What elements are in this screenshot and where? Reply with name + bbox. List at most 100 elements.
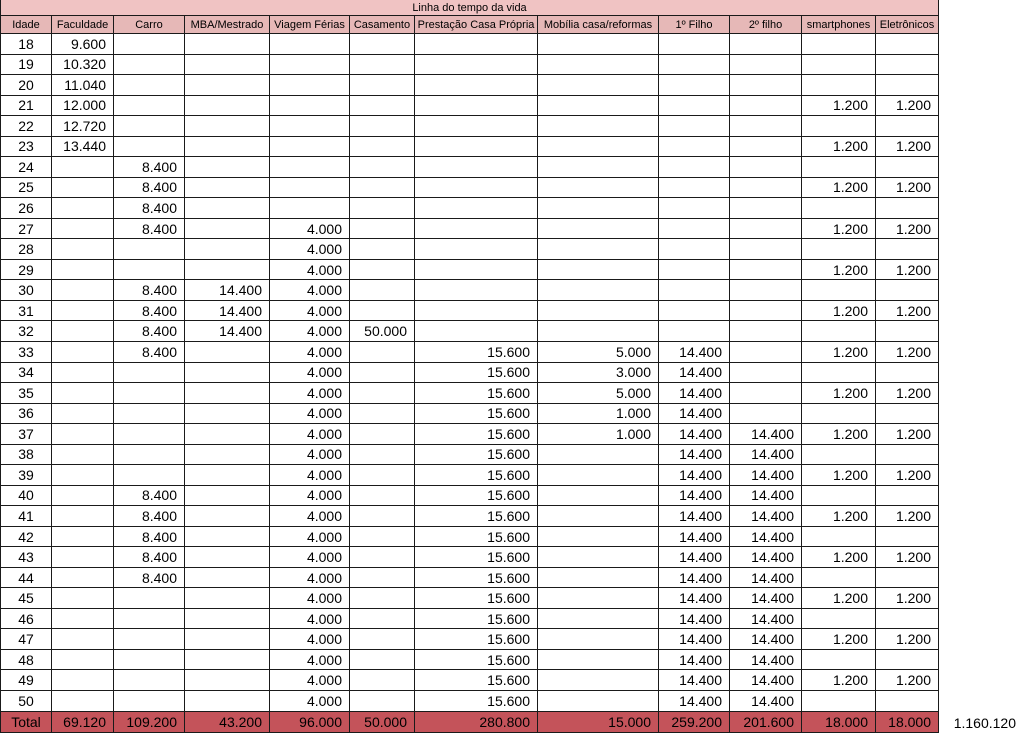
cell-mba-mestrado (185, 649, 270, 671)
age-cell: 24 (0, 157, 52, 178)
total-mba-mestrado: 43.200 (185, 711, 270, 733)
cell-eletronicos (876, 526, 939, 548)
cell-primeiro-filho: 14.400 (659, 547, 730, 568)
cell-carro: 8.400 (114, 567, 185, 589)
cell-segundo-filho (730, 383, 802, 404)
age-cell: 27 (0, 218, 52, 240)
cell-viagem-ferias (270, 75, 350, 96)
cell-segundo-filho (730, 300, 802, 322)
cell-prestacao-casa-propria: 15.600 (415, 341, 538, 363)
cell-carro (114, 608, 185, 630)
cell-viagem-ferias: 4.000 (270, 691, 350, 712)
cell-eletronicos (876, 280, 939, 301)
cell-carro: 8.400 (114, 547, 185, 568)
cell-mobilia-casa-reformas (538, 444, 659, 466)
cell-prestacao-casa-propria (415, 75, 538, 96)
cell-faculdade (52, 300, 114, 322)
cell-segundo-filho: 14.400 (730, 424, 802, 445)
cell-viagem-ferias: 4.000 (270, 526, 350, 548)
cell-segundo-filho: 14.400 (730, 526, 802, 548)
age-cell: 32 (0, 321, 52, 342)
age-cell: 25 (0, 177, 52, 199)
cell-faculdade: 11.040 (52, 75, 114, 96)
grand-total: 1.160.120 (953, 714, 1016, 731)
age-cell: 46 (0, 608, 52, 630)
cell-prestacao-casa-propria (415, 300, 538, 322)
cell-viagem-ferias: 4.000 (270, 424, 350, 445)
cell-carro (114, 136, 185, 158)
cell-casamento (350, 116, 415, 137)
cell-carro (114, 116, 185, 137)
cell-faculdade: 12.000 (52, 95, 114, 117)
cell-smartphones (802, 691, 876, 712)
cell-mobilia-casa-reformas (538, 239, 659, 260)
cell-prestacao-casa-propria (415, 218, 538, 240)
cell-casamento (350, 547, 415, 568)
cell-segundo-filho: 14.400 (730, 588, 802, 609)
cell-segundo-filho (730, 321, 802, 342)
cell-carro (114, 34, 185, 55)
cell-mba-mestrado (185, 157, 270, 178)
cell-carro (114, 383, 185, 404)
cell-casamento (350, 95, 415, 117)
cell-viagem-ferias: 4.000 (270, 218, 350, 240)
cell-prestacao-casa-propria (415, 136, 538, 158)
cell-smartphones (802, 485, 876, 507)
cell-primeiro-filho: 14.400 (659, 485, 730, 507)
cell-mba-mestrado (185, 506, 270, 527)
cell-eletronicos: 1.200 (876, 136, 939, 158)
cell-smartphones: 1.200 (802, 259, 876, 281)
cell-carro: 8.400 (114, 485, 185, 507)
cell-viagem-ferias: 4.000 (270, 321, 350, 342)
cell-mba-mestrado (185, 465, 270, 486)
cell-segundo-filho: 14.400 (730, 444, 802, 466)
cell-mba-mestrado (185, 198, 270, 219)
cell-carro: 8.400 (114, 177, 185, 199)
cell-mba-mestrado (185, 424, 270, 445)
age-cell: 29 (0, 259, 52, 281)
cell-prestacao-casa-propria: 15.600 (415, 465, 538, 486)
cell-primeiro-filho (659, 34, 730, 55)
cell-casamento (350, 444, 415, 466)
cell-mobilia-casa-reformas (538, 34, 659, 55)
age-cell: 39 (0, 465, 52, 486)
cell-eletronicos (876, 362, 939, 384)
cell-viagem-ferias: 4.000 (270, 300, 350, 322)
cell-smartphones (802, 362, 876, 384)
cell-carro (114, 362, 185, 384)
age-cell: 42 (0, 526, 52, 548)
cell-mobilia-casa-reformas (538, 649, 659, 671)
total-prestacao-casa-propria: 280.800 (415, 711, 538, 733)
cell-segundo-filho (730, 362, 802, 384)
cell-eletronicos: 1.200 (876, 670, 939, 691)
age-cell: 38 (0, 444, 52, 466)
cell-primeiro-filho (659, 259, 730, 281)
cell-segundo-filho (730, 116, 802, 137)
cell-eletronicos: 1.200 (876, 506, 939, 527)
cell-smartphones: 1.200 (802, 506, 876, 527)
cell-primeiro-filho: 14.400 (659, 588, 730, 609)
cell-mba-mestrado (185, 403, 270, 425)
total-mobilia-casa-reformas: 15.000 (538, 711, 659, 733)
cell-faculdade (52, 465, 114, 486)
cell-casamento (350, 608, 415, 630)
cell-faculdade: 12.720 (52, 116, 114, 137)
cell-faculdade (52, 403, 114, 425)
cell-segundo-filho: 14.400 (730, 465, 802, 486)
cell-viagem-ferias: 4.000 (270, 403, 350, 425)
age-cell: 26 (0, 198, 52, 219)
cell-segundo-filho (730, 280, 802, 301)
cell-mobilia-casa-reformas (538, 157, 659, 178)
header-viagem-ferias: Viagem Férias (270, 16, 350, 34)
cell-mobilia-casa-reformas (538, 321, 659, 342)
age-cell: 41 (0, 506, 52, 527)
cell-prestacao-casa-propria (415, 239, 538, 260)
cell-faculdade: 13.440 (52, 136, 114, 158)
cell-eletronicos (876, 485, 939, 507)
cell-mobilia-casa-reformas: 1.000 (538, 403, 659, 425)
age-cell: 48 (0, 649, 52, 671)
header-eletronicos: Eletrônicos (876, 16, 939, 34)
cell-casamento (350, 403, 415, 425)
cell-prestacao-casa-propria: 15.600 (415, 588, 538, 609)
cell-viagem-ferias: 4.000 (270, 649, 350, 671)
